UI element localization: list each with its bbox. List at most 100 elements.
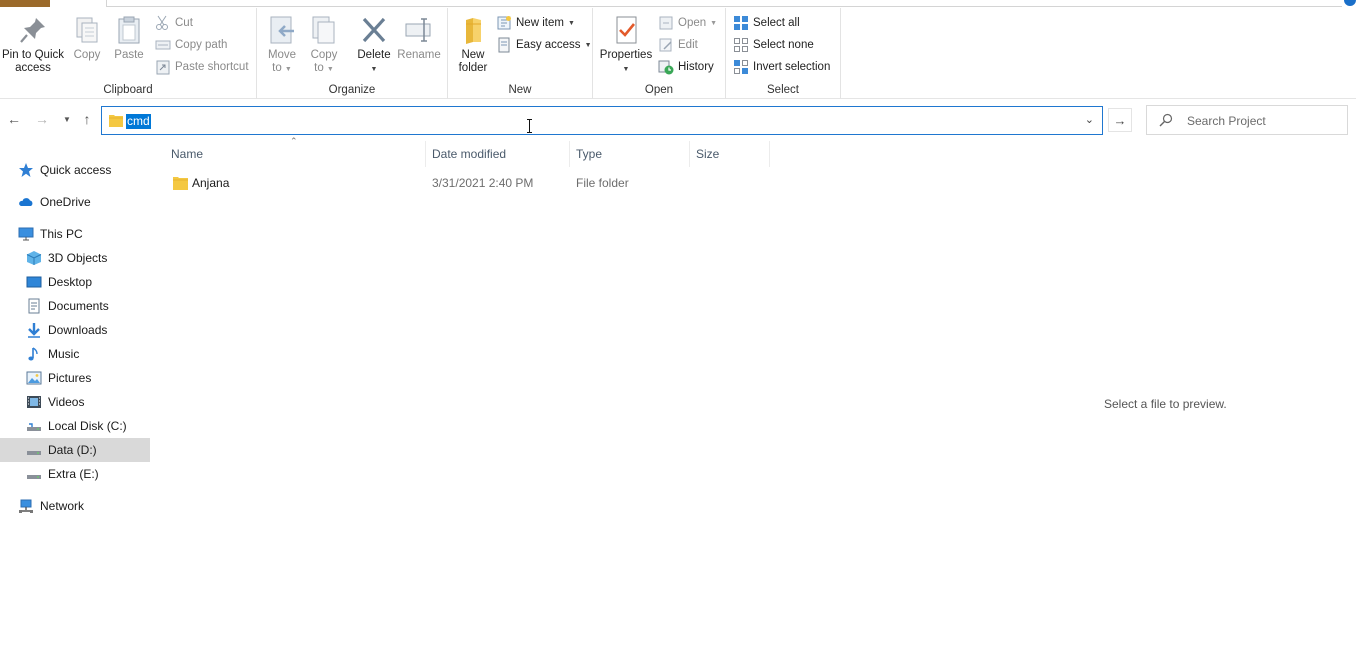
easy-access-icon — [498, 37, 510, 53]
title-strip — [0, 0, 1356, 8]
paste-shortcut-icon — [156, 60, 170, 75]
delete-button[interactable]: Delete ▼ — [355, 14, 393, 76]
go-arrow-icon: → — [1113, 112, 1127, 128]
cube-icon — [26, 251, 42, 265]
nav-item-this-pc[interactable]: This PC — [0, 222, 150, 246]
move-to-icon — [270, 16, 294, 44]
nav-item-onedrive[interactable]: OneDrive — [0, 190, 150, 214]
nav-item-pictures[interactable]: Pictures — [0, 366, 150, 390]
new-folder-icon — [466, 18, 481, 44]
group-select: Select all Select none Invert selection … — [726, 8, 841, 99]
group-label-select: Select — [767, 84, 799, 96]
pin-to-quick-access-button[interactable]: Pin to Quick access — [2, 14, 64, 75]
select-all-button[interactable]: Select all — [733, 14, 800, 32]
download-icon — [28, 323, 40, 338]
move-to-button[interactable]: Move to ▼ — [265, 14, 299, 76]
copy-to-button[interactable]: Copy to ▼ — [307, 14, 341, 76]
delete-x-icon — [362, 17, 386, 43]
new-item-button[interactable]: New item ▼ — [496, 14, 575, 32]
text-cursor-icon — [527, 119, 532, 133]
file-type: File folder — [576, 176, 629, 190]
drive-icon — [27, 475, 41, 479]
address-dropdown-icon[interactable]: ⌄ — [1085, 113, 1094, 126]
file-row[interactable]: Anjana 3/31/2021 2:40 PM File folder — [165, 171, 770, 195]
invert-selection-icon — [734, 60, 748, 74]
select-none-icon — [734, 38, 748, 52]
nav-item-downloads[interactable]: Downloads — [0, 318, 150, 342]
rename-icon — [405, 18, 431, 42]
column-header-name[interactable]: Name — [165, 141, 426, 167]
file-tab-accent[interactable] — [0, 0, 50, 7]
paste-button[interactable]: Paste — [110, 14, 148, 62]
column-header-date-modified[interactable]: Date modified — [426, 141, 570, 167]
recent-locations-button[interactable]: ▼ — [58, 110, 76, 128]
address-bar[interactable]: cmd ⌄ — [101, 106, 1103, 135]
copy-icon — [76, 17, 98, 43]
nav-item-quick-access[interactable]: Quick access — [0, 158, 150, 182]
folder-icon — [173, 177, 188, 190]
address-text[interactable]: cmd — [126, 114, 151, 129]
nav-item-documents[interactable]: Documents — [0, 294, 150, 318]
navigation-pane: Quick access OneDrive This PC 3D Objects… — [0, 150, 150, 662]
help-icon[interactable] — [1344, 0, 1356, 6]
computer-icon — [18, 227, 34, 241]
music-icon — [28, 347, 38, 361]
video-icon — [27, 396, 41, 408]
rename-button[interactable]: Rename — [397, 14, 441, 62]
file-date-modified: 3/31/2021 2:40 PM — [432, 176, 534, 190]
group-label-organize: Organize — [328, 84, 376, 96]
column-header-size[interactable]: Size — [690, 141, 770, 167]
history-button[interactable]: History — [658, 58, 714, 76]
nav-item-desktop[interactable]: Desktop — [0, 270, 150, 294]
copy-button[interactable]: Copy — [70, 14, 104, 62]
document-icon — [28, 298, 40, 314]
search-icon — [1159, 113, 1173, 127]
easy-access-button[interactable]: Easy access ▼ — [496, 36, 592, 54]
properties-button[interactable]: Properties ▼ — [597, 14, 655, 76]
edit-icon — [659, 38, 672, 52]
preview-pane-message: Select a file to preview. — [1104, 397, 1227, 411]
open-button[interactable]: Open ▼ — [658, 14, 717, 32]
cloud-icon — [19, 198, 33, 206]
new-item-icon — [497, 16, 511, 30]
nav-item-3d-objects[interactable]: 3D Objects — [0, 246, 150, 270]
picture-icon — [26, 371, 42, 385]
back-button[interactable]: ← — [5, 110, 23, 128]
nav-item-local-disk-c[interactable]: Local Disk (C:) — [0, 414, 150, 438]
search-box[interactable]: Search Project — [1146, 105, 1348, 135]
open-icon — [659, 16, 673, 30]
back-arrow-icon: ← — [7, 111, 21, 127]
nav-item-music[interactable]: Music — [0, 342, 150, 366]
invert-selection-button[interactable]: Invert selection — [733, 58, 830, 76]
clipboard-icon — [118, 16, 140, 44]
cut-button[interactable]: Cut — [155, 14, 193, 32]
new-folder-button[interactable]: New folder — [454, 14, 492, 75]
up-button[interactable]: ↑ — [78, 110, 96, 128]
star-icon — [19, 163, 33, 177]
forward-button[interactable]: → — [33, 110, 51, 128]
nav-item-data-d[interactable]: Data (D:) — [0, 438, 150, 462]
history-icon — [658, 60, 674, 75]
copy-path-icon — [155, 40, 171, 50]
select-none-button[interactable]: Select none — [733, 36, 814, 54]
address-row: ← → ▼ ↑ cmd ⌄ → Search Project — [0, 100, 1356, 140]
desktop-icon — [26, 276, 42, 288]
group-open: Properties ▼ Open ▼ Edit History Open — [593, 8, 726, 99]
chevron-down-icon: ▼ — [63, 114, 71, 124]
up-arrow-icon: ↑ — [83, 111, 91, 127]
go-button[interactable]: → — [1108, 108, 1132, 132]
copy-path-button[interactable]: Copy path — [155, 36, 227, 54]
group-organize: Move to ▼ Copy to ▼ Delete ▼ Rename Orga… — [257, 8, 448, 99]
paste-shortcut-button[interactable]: Paste shortcut — [155, 58, 249, 76]
folder-icon — [109, 115, 123, 127]
nav-item-videos[interactable]: Videos — [0, 390, 150, 414]
scissors-icon — [156, 15, 168, 30]
edit-button[interactable]: Edit — [658, 36, 698, 54]
properties-icon — [616, 16, 637, 44]
nav-item-extra-e[interactable]: Extra (E:) — [0, 462, 150, 486]
nav-item-network[interactable]: Network — [0, 494, 150, 518]
select-all-icon — [734, 16, 748, 30]
search-placeholder: Search Project — [1187, 114, 1266, 128]
column-header-type[interactable]: Type — [570, 141, 690, 167]
group-label-new: New — [508, 84, 532, 96]
